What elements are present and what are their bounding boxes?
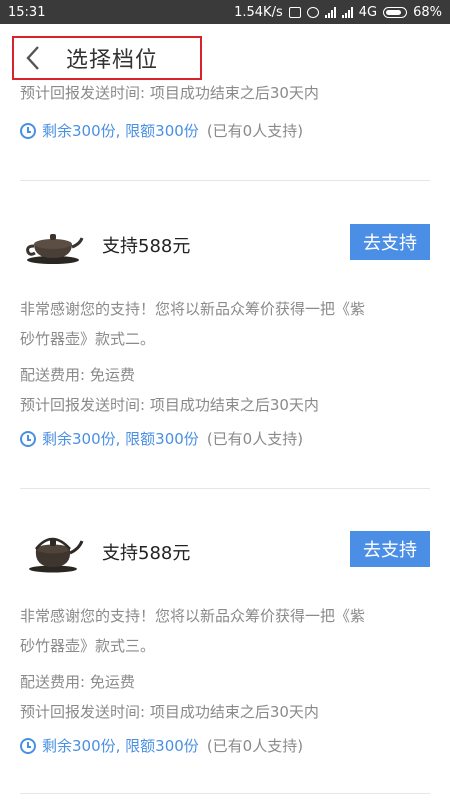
tier-list[interactable]: 预计回报发送时间: 项目成功结束之后30天内 剩余300份, 限额300份 (已…: [0, 84, 450, 800]
divider: [20, 488, 430, 489]
tier-description-line2: 砂竹器壶》款式二。: [20, 330, 156, 348]
page-title: 选择档位: [66, 48, 159, 73]
stock-remaining: 剩余300份, 限额300份: [42, 122, 199, 140]
status-bar: 15:31 1.54K/s 4G 68%: [0, 0, 450, 24]
tier-description-line1: 非常感谢您的支持！您将以新品众筹价获得一把《紫: [20, 300, 366, 318]
status-right: 1.54K/s 4G 68%: [234, 5, 442, 20]
supporter-count: (已有0人支持): [206, 122, 304, 140]
battery-level: 68%: [413, 4, 442, 20]
sync-icon: [288, 6, 301, 18]
divider: [20, 793, 430, 794]
shipping-fee: 配送费用: 免运费: [20, 673, 135, 691]
signal-icon: [324, 6, 336, 18]
stock-info: 剩余300份, 限额300份 (已有0人支持): [20, 428, 303, 449]
status-time: 15:31: [8, 4, 46, 20]
clock-icon: [20, 122, 36, 139]
app-header: 选择档位: [0, 24, 450, 84]
supporter-count: (已有0人支持): [206, 737, 304, 755]
delivery-time: 预计回报发送时间: 项目成功结束之后30天内: [20, 84, 319, 102]
support-button[interactable]: 去支持: [350, 224, 430, 260]
tier-description-line2: 砂竹器壶》款式三。: [20, 637, 156, 655]
stock-remaining: 剩余300份, 限额300份: [42, 430, 199, 448]
network-speed: 1.54K/s: [234, 4, 283, 20]
signal-icon-2: [341, 6, 353, 18]
delivery-time: 预计回报发送时间: 项目成功结束之后30天内: [20, 703, 319, 721]
stock-remaining: 剩余300份, 限额300份: [42, 737, 199, 755]
header-highlight: 选择档位: [12, 36, 202, 80]
teapot-icon: [26, 234, 84, 264]
tier-header: 支持588元 去支持: [0, 521, 450, 581]
divider: [20, 180, 430, 181]
alarm-icon: [306, 6, 319, 18]
shipping-fee: 配送费用: 免运费: [20, 366, 135, 384]
battery-icon: [383, 6, 408, 18]
stock-info: 剩余300份, 限额300份 (已有0人支持): [20, 120, 303, 141]
stock-info: 剩余300份, 限额300份 (已有0人支持): [20, 735, 303, 756]
support-button[interactable]: 去支持: [350, 531, 430, 567]
teapot-icon: [29, 537, 84, 573]
back-icon[interactable]: [18, 38, 48, 78]
tier-description-line1: 非常感谢您的支持！您将以新品众筹价获得一把《紫: [20, 607, 366, 625]
tier-title: 支持588元: [102, 543, 191, 564]
clock-icon: [20, 737, 36, 754]
delivery-time: 预计回报发送时间: 项目成功结束之后30天内: [20, 396, 319, 414]
tier-title: 支持588元: [102, 236, 191, 257]
clock-icon: [20, 430, 36, 447]
network-type: 4G: [358, 4, 378, 20]
tier-header: 支持588元 去支持: [0, 214, 450, 274]
supporter-count: (已有0人支持): [206, 430, 304, 448]
